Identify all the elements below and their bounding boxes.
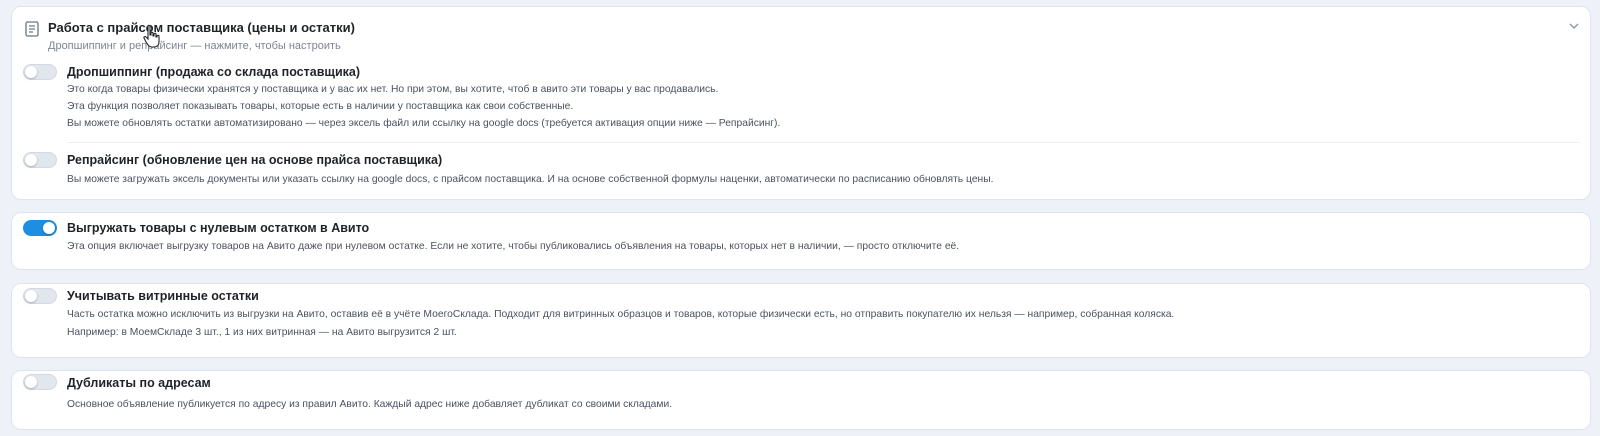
- divider: [67, 142, 1580, 143]
- address-duplicates-card: Дубликаты по адресам Основное объявление…: [11, 370, 1591, 430]
- repricing-title: Репрайсинг (обновление цен на основе пра…: [67, 153, 443, 167]
- zero-stock-title: Выгружать товары с нулевым остатком в Ав…: [67, 221, 370, 235]
- address-duplicates-title: Дубликаты по адресам: [67, 376, 211, 390]
- zero-stock-toggle[interactable]: [23, 220, 57, 236]
- supplier-section-header[interactable]: Работа с прайсом поставщика (цены и оста…: [12, 7, 1590, 57]
- dropshipping-desc-line: Вы можете обновлять остатки автоматизиро…: [67, 118, 781, 129]
- showcase-stock-desc-line: Часть остатка можно исключить из выгрузк…: [67, 309, 1175, 320]
- dropshipping-desc-line: Эта функция позволяет показывать товары,…: [67, 101, 574, 112]
- showcase-stock-toggle[interactable]: [23, 288, 57, 304]
- repricing-toggle[interactable]: [23, 152, 57, 168]
- dropshipping-toggle[interactable]: [23, 64, 57, 80]
- zero-stock-card: Выгружать товары с нулевым остатком в Ав…: [11, 212, 1591, 270]
- supplier-price-section: Работа с прайсом поставщика (цены и оста…: [11, 6, 1591, 200]
- address-duplicates-toggle[interactable]: [23, 374, 57, 390]
- document-icon: [25, 21, 39, 37]
- zero-stock-desc-line: Эта опция включает выгрузку товаров на А…: [67, 241, 960, 252]
- dropshipping-title: Дропшиппинг (продажа со склада поставщик…: [67, 65, 360, 79]
- repricing-desc-line: Вы можете загружать эксель документы или…: [67, 174, 994, 185]
- hand-pointer-cursor-icon: [143, 24, 160, 48]
- chevron-down-icon[interactable]: [1568, 20, 1580, 32]
- dropshipping-desc-line: Это когда товары физически хранятся у по…: [67, 84, 719, 95]
- showcase-stock-title: Учитывать витринные остатки: [67, 289, 259, 303]
- section-title: Работа с прайсом поставщика (цены и оста…: [48, 20, 355, 35]
- section-subtitle: Дропшиппинг и репрайсинг — нажмите, чтоб…: [48, 40, 341, 52]
- address-duplicates-desc-line: Основное объявление публикуется по адрес…: [67, 399, 673, 410]
- showcase-stock-card: Учитывать витринные остатки Часть остатк…: [11, 283, 1591, 358]
- showcase-stock-desc-line: Например: в МоемСкладе 3 шт., 1 из них в…: [67, 327, 457, 338]
